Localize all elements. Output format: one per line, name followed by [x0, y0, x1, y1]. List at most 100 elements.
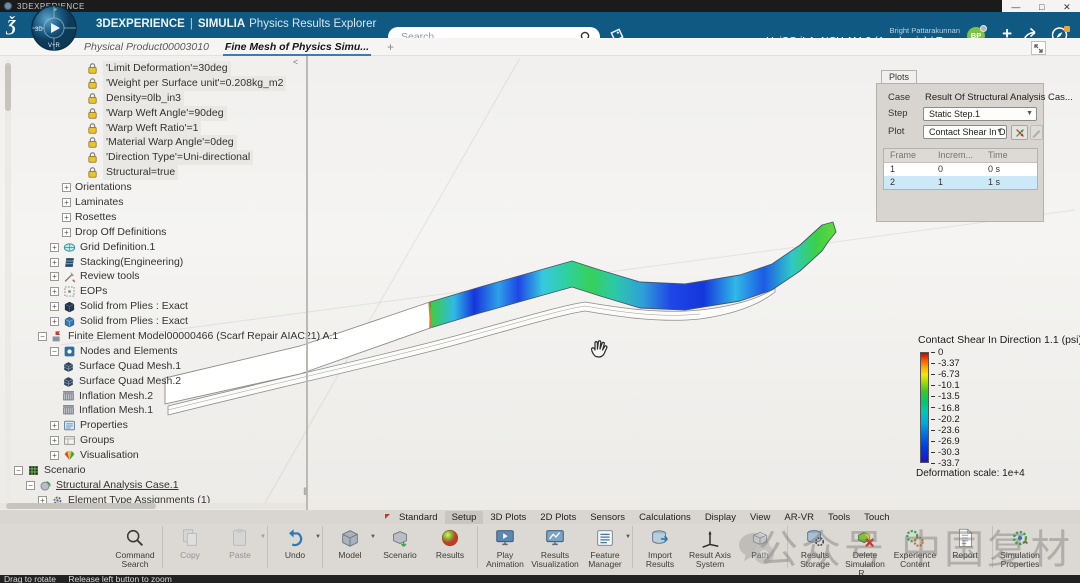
chevron-down-icon[interactable]: ▼	[260, 534, 266, 540]
ribbon-tab-ar-vr[interactable]: AR-VR	[777, 511, 821, 524]
expand-icon[interactable]: +	[50, 317, 59, 326]
tree-item[interactable]: +Visualisation	[14, 448, 314, 463]
tree-item[interactable]: 'Limit Deformation'=30deg	[14, 61, 314, 76]
undo-button[interactable]: ▼Undo	[270, 524, 320, 560]
collapse-tree-chevron[interactable]: <	[293, 57, 298, 67]
groups-icon	[63, 434, 76, 447]
tree-item[interactable]: Surface Quad Mesh.1	[14, 359, 314, 374]
expand-icon[interactable]: +	[62, 183, 71, 192]
tree-item[interactable]: +Orientations	[14, 180, 314, 195]
tree-item[interactable]: 'Weight per Surface unit'=0.208kg_m2	[14, 76, 314, 91]
tree-item-label: Structural=true	[103, 165, 178, 180]
expand-icon[interactable]: +	[50, 287, 59, 296]
tree-item[interactable]: 'Direction Type'=Uni-directional	[14, 150, 314, 165]
tree-horizontal-scrollbar[interactable]	[0, 503, 306, 509]
path-button[interactable]: Path	[735, 524, 785, 569]
scenario-cube-button[interactable]: Scenario	[375, 524, 425, 560]
command-search-button[interactable]: Command Search	[110, 524, 160, 569]
tree-item-label: Rosettes	[75, 210, 116, 225]
edit-plot-button[interactable]	[1030, 125, 1043, 140]
tab-fine-mesh[interactable]: Fine Mesh of Physics Simu...	[225, 41, 369, 53]
tree-item[interactable]: Inflation Mesh.1	[14, 403, 314, 418]
expand-icon[interactable]: +	[62, 213, 71, 222]
tree-splitter[interactable]	[306, 56, 308, 510]
delete-simulation-button[interactable]: Delete Simulation R...	[840, 524, 890, 578]
expand-icon[interactable]: +	[50, 451, 59, 460]
tree-item[interactable]: 'Warp Weft Ratio'=1	[14, 121, 314, 136]
play-animation-button[interactable]: Play Animation	[480, 524, 530, 578]
plot-dropdown[interactable]: Contact Shear In Directi...▼	[923, 125, 1007, 139]
tree-item[interactable]: +Drop Off Definitions	[14, 225, 314, 240]
collapse-icon[interactable]: −	[38, 332, 47, 341]
ribbon-tab-sensors[interactable]: Sensors	[583, 511, 632, 524]
ribbon-tab-tools[interactable]: Tools	[821, 511, 857, 524]
tree-item[interactable]: + Rosettes	[14, 210, 314, 225]
model-button[interactable]: ▼Model	[325, 524, 375, 560]
tree-item[interactable]: Structural=true	[14, 165, 314, 180]
tree-item-label: Solid from Plies : Exact	[80, 314, 188, 329]
ribbon-tab-display[interactable]: Display	[698, 511, 743, 524]
ribbon-tab-view[interactable]: View	[743, 511, 777, 524]
collapse-panel-icon[interactable]	[1031, 41, 1046, 55]
tree-item[interactable]: 'Warp Weft Angle'=90deg	[14, 106, 314, 121]
tree-item[interactable]: +Solid from Plies : Exact	[14, 299, 314, 314]
expand-icon[interactable]: +	[50, 302, 59, 311]
simulation-properties-button[interactable]: Simulation Properties	[995, 524, 1045, 569]
tree-item[interactable]: 'Material Warp Angle'=0deg	[14, 135, 314, 150]
expand-icon[interactable]: +	[50, 243, 59, 252]
import-results-button[interactable]: Import Results	[635, 524, 685, 569]
tree-item[interactable]: +Groups	[14, 433, 314, 448]
expand-icon[interactable]: +	[62, 228, 71, 237]
update-plot-button[interactable]	[1011, 125, 1028, 140]
results-visualization-button[interactable]: Results Visualization ...	[530, 524, 580, 578]
tree-item[interactable]: −Finite Element Model00000466 (Scarf Rep…	[14, 329, 314, 344]
expand-icon[interactable]: +	[50, 272, 59, 281]
tree-item[interactable]: +Grid Definition.1	[14, 240, 314, 255]
ribbon-tab-calculations[interactable]: Calculations	[632, 511, 698, 524]
tree-item[interactable]: −Structural Analysis Case.1	[14, 478, 314, 493]
ribbon-tab-2d-plots[interactable]: 2D Plots	[533, 511, 583, 524]
ribbon-tab-3d-plots[interactable]: 3D Plots	[483, 511, 533, 524]
expand-icon[interactable]: +	[50, 258, 59, 267]
feature-manager-button[interactable]: ▼Feature Manager	[580, 524, 630, 578]
3dexperience-compass[interactable]: 3D V+R	[30, 4, 78, 52]
expand-icon[interactable]: +	[62, 198, 71, 207]
ribbon-tab-standard[interactable]: Standard	[392, 511, 445, 524]
tree-item[interactable]: + Stacking(Engineering)	[14, 255, 314, 270]
collapse-icon[interactable]: −	[14, 466, 23, 475]
tree-item[interactable]: Density=0lb_in3	[14, 91, 314, 106]
tree-item[interactable]: +Properties	[14, 418, 314, 433]
tree-vertical-scrollbar[interactable]	[5, 60, 11, 504]
collapse-icon[interactable]: −	[50, 347, 59, 356]
tree-item[interactable]: Inflation Mesh.2	[14, 389, 314, 404]
tree-item[interactable]: +Review tools	[14, 269, 314, 284]
3d-viewport[interactable]: 'Limit Deformation'=30deg'Weight per Sur…	[0, 56, 1080, 510]
step-dropdown[interactable]: Static Step.1▼	[923, 107, 1037, 121]
add-tab-button[interactable]: +	[387, 40, 394, 54]
chevron-down-icon[interactable]: ▼	[625, 534, 631, 540]
tree-item[interactable]: Surface Quad Mesh.2	[14, 374, 314, 389]
compass-west-label: 3D	[35, 27, 43, 33]
report-button[interactable]: Report	[940, 524, 990, 578]
tree-item[interactable]: −Nodes and Elements	[14, 344, 314, 359]
tree-item-label: Stacking(Engineering)	[80, 255, 183, 270]
experience-content-button[interactable]: Experience Content	[890, 524, 940, 578]
expand-icon[interactable]: +	[50, 421, 59, 430]
results-ball-button[interactable]: Results	[425, 524, 475, 560]
chevron-down-icon[interactable]: ▼	[315, 534, 321, 540]
collapse-icon[interactable]: −	[26, 481, 35, 490]
frame-row[interactable]: 100 s	[884, 163, 1037, 176]
tree-item[interactable]: +Laminates	[14, 195, 314, 210]
tab-physical-product[interactable]: Physical Product00003010	[84, 41, 209, 53]
result-axis-button[interactable]: Result Axis System	[685, 524, 735, 569]
ribbon-tab-setup[interactable]: Setup	[445, 511, 484, 524]
frame-row[interactable]: 211 s	[884, 176, 1037, 189]
expand-icon[interactable]: +	[50, 436, 59, 445]
tree-item[interactable]: +EOPs	[14, 284, 314, 299]
plots-panel-tab[interactable]: Plots	[881, 70, 917, 84]
tree-item[interactable]: + Solid from Plies : Exact	[14, 314, 314, 329]
ribbon-tab-touch[interactable]: Touch	[857, 511, 896, 524]
splitter-grip[interactable]: ‖	[303, 486, 311, 500]
results-storage-button[interactable]: Results Storage	[790, 524, 840, 578]
tree-item[interactable]: −Scenario	[14, 463, 314, 478]
